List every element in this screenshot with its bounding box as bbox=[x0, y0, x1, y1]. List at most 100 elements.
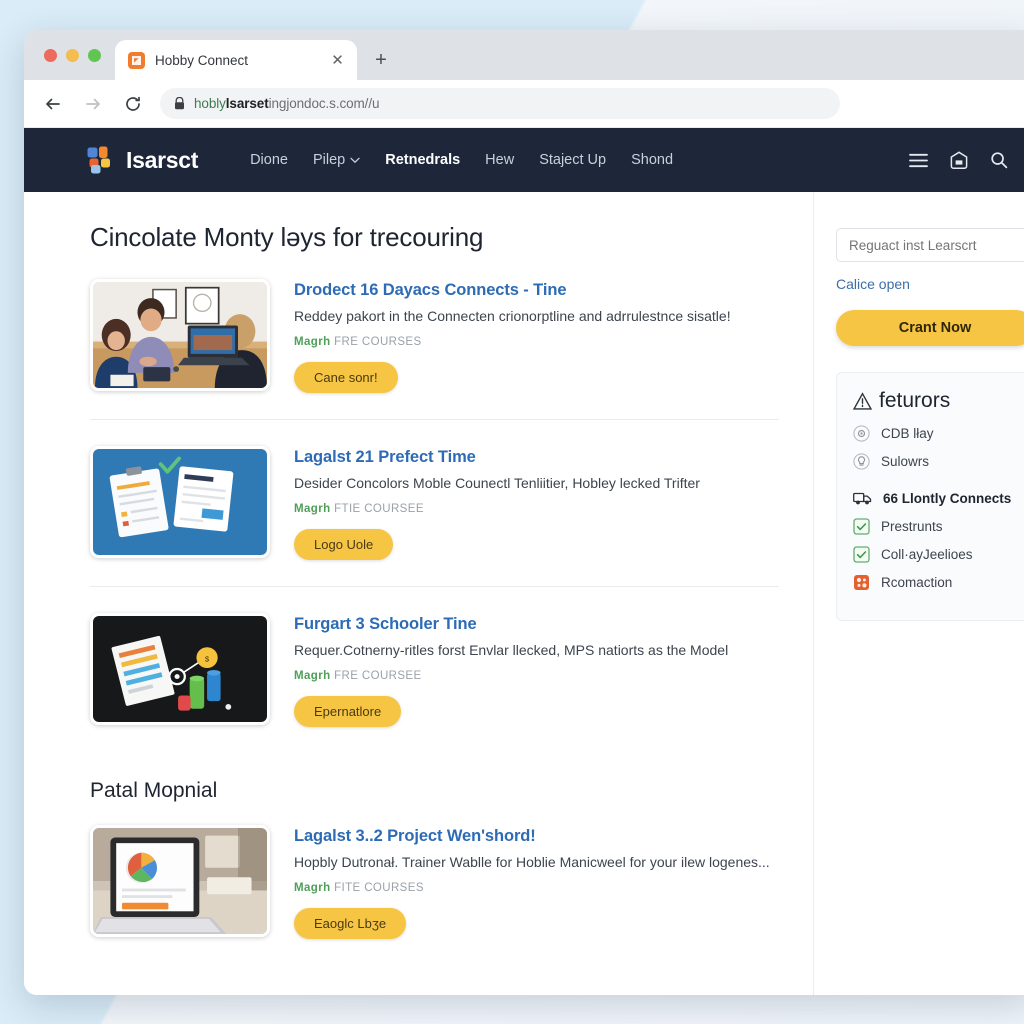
course-card-body: Furgart 3 Schooler Tine Requer.Cotnerny-… bbox=[294, 613, 779, 727]
feature-row-label: Sulowrs bbox=[881, 454, 930, 469]
window-controls bbox=[38, 30, 115, 80]
course-card-title[interactable]: Drodect 16 Dayacs Connects - Tine bbox=[294, 281, 779, 300]
browser-tab-strip: Hobby Connect ✕ + bbox=[24, 30, 1024, 80]
minimize-window-button[interactable] bbox=[66, 48, 79, 62]
nav-item-label: Dione bbox=[250, 152, 288, 168]
course-card-meta-highlight: Magrh bbox=[294, 881, 331, 894]
url-text: hoblylsarsetingjondoc.s.com//u bbox=[194, 96, 379, 111]
nav-item-label: Retnedrals bbox=[385, 152, 461, 168]
page-content: Cincolate Monty ləys for trecouring Drod… bbox=[24, 192, 1024, 995]
feature-row-label: Prestrunts bbox=[881, 519, 943, 534]
sidebar-search-wrap bbox=[836, 228, 1024, 262]
course-card-body: Drodect 16 Dayacs Connects - Tine Reddey… bbox=[294, 279, 779, 393]
course-card-meta-text: FRE COURSES bbox=[334, 335, 422, 348]
feature-row[interactable]: Sulowrs bbox=[853, 453, 1019, 470]
site-logo[interactable]: Isarsct bbox=[86, 146, 198, 175]
maximize-window-button[interactable] bbox=[88, 48, 101, 62]
course-card-meta: Magrh FRE COURSEE bbox=[294, 670, 779, 682]
course-card-description: Requer.Cotnerny-ritles forst Envlar llec… bbox=[294, 641, 729, 658]
browser-tab[interactable]: Hobby Connect ✕ bbox=[115, 40, 357, 80]
feature-row[interactable]: Rcomaction bbox=[853, 574, 1019, 591]
nav-item-retnedrals[interactable]: Retnedrals bbox=[385, 152, 460, 168]
course-card-description: Desider Concolors Moble Counectl Tenliit… bbox=[294, 474, 700, 491]
truck-icon bbox=[853, 492, 872, 505]
back-arrow-icon[interactable] bbox=[40, 91, 66, 117]
people-meeting-photo bbox=[90, 279, 270, 391]
bulb-circle-icon bbox=[853, 453, 870, 470]
course-card[interactable]: $ Furgart 3 Schooler Tine Requer.Cotnern… bbox=[90, 612, 779, 753]
url-scheme-part: hobly bbox=[194, 96, 226, 111]
course-card-button[interactable]: Cane sonr! bbox=[294, 361, 398, 393]
nav-item-staject-up[interactable]: Staject Up bbox=[539, 152, 606, 168]
search-input[interactable] bbox=[836, 228, 1024, 262]
cta-button[interactable]: Crant Now bbox=[836, 310, 1024, 346]
lock-icon bbox=[174, 97, 185, 110]
dark-chart-illustration: $ bbox=[90, 612, 270, 725]
url-bar[interactable]: hoblylsarsetingjondoc.s.com//u bbox=[160, 88, 840, 119]
nav-item-label: Staject Up bbox=[539, 152, 607, 168]
feature-row[interactable]: Coll·ayJeelioes bbox=[853, 546, 1019, 563]
course-card-meta-text: FITE COURSES bbox=[334, 881, 424, 894]
course-card-button[interactable]: Eaoglc Lbʒe bbox=[294, 907, 407, 939]
course-card-meta-highlight: Magrh bbox=[294, 502, 331, 515]
feature-row[interactable]: CDB lłay bbox=[853, 425, 1019, 442]
site-brand-name: Isarsct bbox=[126, 146, 199, 173]
laptop-tablet-photo bbox=[90, 824, 270, 937]
feature-row-label: Coll·ayJeelioes bbox=[881, 547, 973, 562]
feature-row[interactable]: 66 Llontly Connects bbox=[853, 490, 1019, 507]
forward-arrow-icon[interactable] bbox=[80, 91, 106, 117]
course-card-title[interactable]: Lagalst 21 Prefect Time bbox=[294, 448, 779, 467]
features-card: feturors CDB lłay Sulowrs 66 Llontly Con… bbox=[836, 372, 1024, 621]
orange-app-icon bbox=[128, 51, 145, 69]
course-card-title[interactable]: Furgart 3 Schooler Tine bbox=[294, 615, 779, 634]
home-icon[interactable] bbox=[950, 150, 968, 170]
nav-item-label: Pilep bbox=[312, 152, 346, 168]
blue-documents-illustration bbox=[90, 445, 270, 558]
course-card-meta: Magrh FRE COURSES bbox=[294, 336, 779, 348]
nav-item-label: Shond bbox=[631, 152, 674, 168]
orange-grid-icon bbox=[854, 575, 869, 590]
site-header-icons bbox=[909, 150, 1008, 170]
main-column: Cincolate Monty ləys for trecouring Drod… bbox=[24, 192, 814, 995]
nav-item-label: Hew bbox=[485, 152, 515, 168]
blocks-logo-icon bbox=[86, 146, 115, 175]
course-card-button[interactable]: Logo Uole bbox=[294, 528, 394, 560]
menu-icon[interactable] bbox=[909, 153, 928, 168]
feature-row-label: Rcomaction bbox=[881, 575, 953, 590]
nav-item-dione[interactable]: Dione bbox=[250, 152, 288, 168]
site-main-nav: Dione Pilep Retnedrals Hew Staject Up Sh… bbox=[250, 152, 673, 168]
sidebar: Calice open Crant Now feturors bbox=[814, 192, 1024, 995]
feature-row[interactable]: Prestrunts bbox=[853, 518, 1019, 535]
page-title: Cincolate Monty ləys for trecouring bbox=[90, 222, 484, 252]
sidebar-link[interactable]: Calice open bbox=[836, 276, 1024, 292]
site-header: Isarsct Dione Pilep Retnedrals Hew Staje… bbox=[24, 128, 1024, 192]
new-tab-button[interactable]: + bbox=[367, 46, 395, 74]
course-card[interactable]: Lagalst 3..2 Project Wen'shord! Hopbly D… bbox=[90, 824, 779, 965]
gear-circle-icon bbox=[853, 425, 870, 442]
nav-item-hew[interactable]: Hew bbox=[485, 152, 514, 168]
course-card[interactable]: Drodect 16 Dayacs Connects - Tine Reddey… bbox=[90, 279, 779, 420]
nav-item-shond[interactable]: Shond bbox=[631, 152, 673, 168]
check-square-icon bbox=[853, 518, 870, 535]
course-card[interactable]: Lagalst 21 Prefect Time Desider Concolor… bbox=[90, 445, 779, 587]
reload-icon[interactable] bbox=[120, 91, 146, 117]
course-card-description: Hopbly Dutronał. Trainer Wablle for Hobl… bbox=[294, 853, 770, 870]
close-icon[interactable]: ✕ bbox=[328, 51, 347, 70]
search-icon[interactable] bbox=[990, 151, 1008, 169]
section-title: Patal Mopnial bbox=[90, 778, 218, 802]
features-card-title: feturors bbox=[853, 389, 1019, 413]
url-path-part: ingjondoc.s.com//u bbox=[268, 96, 380, 111]
browser-tab-title: Hobby Connect bbox=[155, 52, 249, 68]
browser-address-bar: hoblylsarsetingjondoc.s.com//u bbox=[24, 80, 1024, 128]
course-card-body: Lagalst 3..2 Project Wen'shord! Hopbly D… bbox=[294, 825, 779, 939]
web-page: Isarsct Dione Pilep Retnedrals Hew Staje… bbox=[24, 128, 1024, 995]
svg-text:$: $ bbox=[205, 654, 210, 663]
nav-item-pilep[interactable]: Pilep bbox=[313, 152, 360, 168]
course-card-title[interactable]: Lagalst 3..2 Project Wen'shord! bbox=[294, 827, 779, 846]
close-window-button[interactable] bbox=[44, 48, 57, 62]
feature-row-label: 66 Llontly Connects bbox=[883, 491, 1012, 506]
course-card-button[interactable]: Epernatlore bbox=[294, 695, 402, 727]
feature-row-label: CDB lłay bbox=[881, 426, 934, 441]
course-card-meta-text: FRE COURSEE bbox=[334, 669, 422, 682]
features-card-title-text: feturors bbox=[879, 389, 951, 412]
